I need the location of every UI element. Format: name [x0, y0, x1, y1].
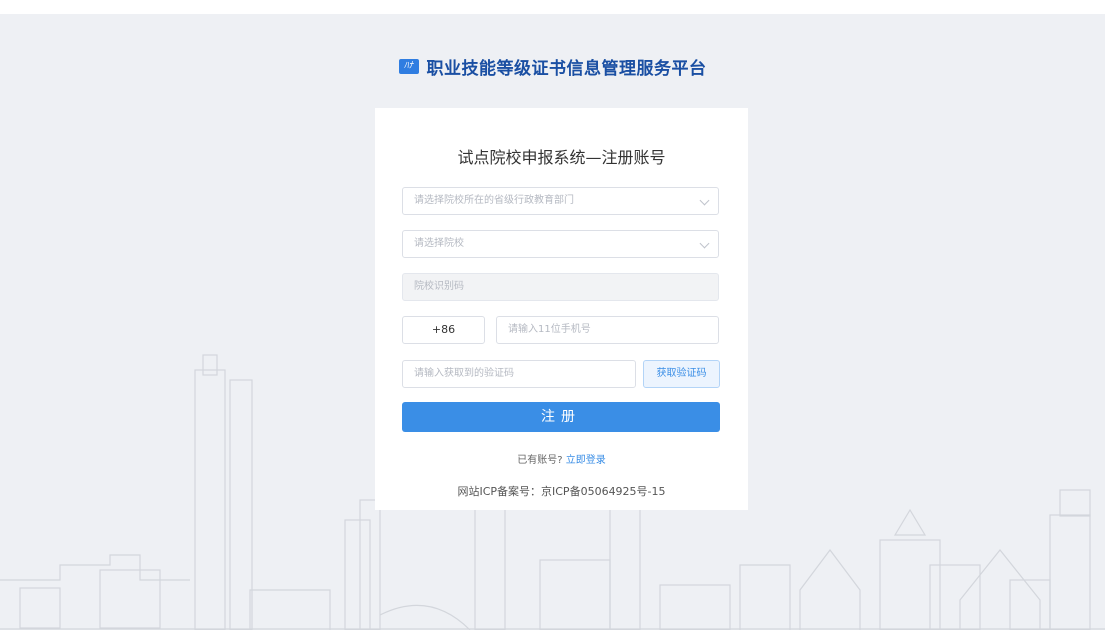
chevron-down-icon: [699, 195, 710, 206]
get-code-label: 获取验证码: [656, 368, 707, 379]
top-strip: [0, 0, 1105, 14]
sms-code-input[interactable]: 请输入获取到的验证码: [402, 360, 636, 388]
sms-code-placeholder: 请输入获取到的验证码: [414, 368, 514, 379]
login-link[interactable]: 立即登录: [566, 455, 606, 466]
chevron-down-icon: [699, 238, 710, 249]
province-select[interactable]: 请选择院校所在的省级行政教育部门: [402, 187, 719, 215]
brand-logo-icon: ﾊﾅ: [398, 59, 419, 74]
school-code-placeholder: 院校识别码: [414, 281, 464, 292]
get-code-button[interactable]: 获取验证码: [643, 360, 720, 388]
country-code-box[interactable]: +86: [402, 316, 485, 344]
register-card: 试点院校申报系统—注册账号 请选择院校所在的省级行政教育部门 请选择院校 院校识…: [375, 108, 748, 510]
brand-title: 职业技能等级证书信息管理服务平台: [426, 59, 707, 79]
register-button-label: 注册: [541, 409, 581, 425]
brand-header: ﾊﾅ 职业技能等级证书信息管理服务平台: [0, 54, 1105, 79]
country-code-value: +86: [431, 323, 456, 336]
province-select-placeholder: 请选择院校所在的省级行政教育部门: [414, 195, 574, 206]
school-select[interactable]: 请选择院校: [402, 230, 719, 258]
has-account-text: 已有账号?: [517, 455, 563, 466]
register-button[interactable]: 注册: [402, 402, 720, 432]
school-select-placeholder: 请选择院校: [414, 238, 464, 249]
login-prompt: 已有账号? 立即登录: [375, 451, 748, 466]
phone-placeholder: 请输入11位手机号: [508, 324, 591, 335]
school-code-field: 院校识别码: [402, 273, 719, 301]
phone-input[interactable]: 请输入11位手机号: [496, 316, 719, 344]
form-title: 试点院校申报系统—注册账号: [457, 148, 666, 167]
icp-record: 网站ICP备案号：京ICP备05064925号-15: [457, 485, 666, 498]
